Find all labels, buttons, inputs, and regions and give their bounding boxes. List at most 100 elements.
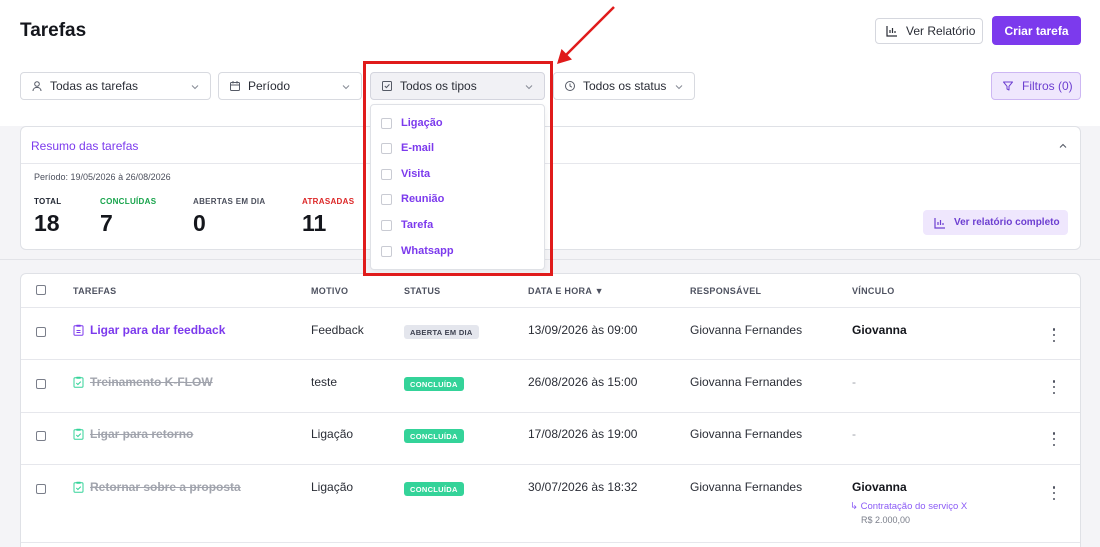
stat-overdue-label: ATRASADAS (302, 197, 355, 206)
row-more-icon[interactable] (1050, 486, 1058, 500)
option-label: Visita (401, 168, 431, 180)
funnel-icon (1003, 81, 1013, 91)
task-datetime: 26/08/2026 às 15:00 (528, 375, 638, 389)
calendar-icon (230, 81, 240, 91)
top-bar: Tarefas Ver Relatório Criar tarefa Todas… (0, 0, 1100, 126)
type-option-task[interactable]: Tarefa (381, 216, 433, 234)
col-status: STATUS (404, 286, 441, 296)
task-title-link[interactable]: Ligar para retorno (73, 427, 193, 441)
status-badge: CONCLUÍDA (404, 482, 464, 496)
filter-all-types[interactable]: Todos os tipos (370, 72, 545, 100)
table-row[interactable]: Ligar para retorno Ligação CONCLUÍDA 17/… (21, 413, 1080, 465)
filters-button-label: Filtros (0) (1022, 79, 1073, 93)
linked-deal-value: R$ 2.000,00 (861, 515, 911, 525)
filter-all-tasks-label: Todas as tarefas (50, 79, 139, 93)
col-owner: RESPONSÁVEL (690, 286, 762, 296)
clipboard-check-icon (73, 428, 84, 440)
task-link[interactable]: Giovanna (852, 323, 907, 337)
row-more-icon[interactable] (1050, 432, 1058, 446)
option-checkbox[interactable] (381, 168, 392, 180)
option-label: E-mail (401, 142, 435, 154)
status-badge: CONCLUÍDA (404, 429, 464, 443)
clipboard-check-icon (73, 376, 84, 388)
task-datetime: 13/09/2026 às 09:00 (528, 323, 638, 337)
filter-all-status-label: Todos os status (583, 79, 667, 93)
table-row[interactable]: Retornar sobre a proposta Ligação CONCLU… (21, 465, 1080, 543)
task-reason: Ligação (311, 480, 354, 494)
user-icon (32, 81, 42, 92)
page-title: Tarefas (20, 20, 87, 41)
task-link: - (852, 375, 856, 389)
task-title-link[interactable]: Treinamento K-FLOW (73, 375, 213, 389)
col-link: VÍNCULO (852, 286, 895, 296)
option-checkbox[interactable] (381, 142, 392, 154)
task-datetime: 30/07/2026 às 18:32 (528, 480, 638, 494)
option-checkbox[interactable] (381, 117, 392, 129)
type-option-meeting[interactable]: Reunião (381, 190, 444, 208)
clock-icon (565, 81, 575, 91)
stat-total-label: TOTAL (34, 197, 62, 206)
filter-all-tasks[interactable]: Todas as tarefas (20, 72, 211, 100)
task-title: Ligar para dar feedback (90, 323, 226, 337)
task-owner: Giovanna Fernandes (690, 375, 803, 389)
view-report-button[interactable]: Ver Relatório (875, 18, 983, 44)
task-owner: Giovanna Fernandes (690, 427, 803, 441)
row-more-icon[interactable] (1050, 380, 1058, 394)
option-label: Whatsapp (401, 245, 454, 257)
row-checkbox[interactable] (36, 484, 46, 494)
col-reason: MOTIVO (311, 286, 349, 296)
checkbox-icon (382, 81, 392, 91)
task-link[interactable]: Giovanna (852, 480, 907, 494)
task-owner: Giovanna Fernandes (690, 480, 803, 494)
create-task-button[interactable]: Criar tarefa (992, 16, 1081, 45)
task-title: Treinamento K-FLOW (90, 375, 213, 389)
task-link: - (852, 427, 856, 441)
summary-period: Período: 19/05/2026 à 26/08/2026 (34, 172, 171, 182)
task-reason: Ligação (311, 427, 354, 441)
filter-all-status[interactable]: Todos os status (553, 72, 695, 100)
linked-deal-link[interactable]: ↳ Contratação do serviço X (850, 501, 967, 512)
task-title-link[interactable]: Retornar sobre a proposta (73, 480, 241, 494)
clipboard-icon (73, 324, 84, 336)
task-title-link[interactable]: Ligar para dar feedback (73, 323, 225, 337)
type-option-visit[interactable]: Visita (381, 165, 430, 183)
stat-completed-label: CONCLUÍDAS (100, 197, 157, 206)
section-divider (0, 259, 1100, 260)
bar-chart-icon (934, 217, 945, 229)
option-checkbox[interactable] (381, 245, 392, 257)
summary-header[interactable]: Resumo das tarefas (21, 127, 1080, 164)
row-more-icon[interactable] (1050, 328, 1058, 342)
option-checkbox[interactable] (381, 193, 392, 205)
task-reason: teste (311, 375, 338, 389)
task-title: Retornar sobre a proposta (90, 480, 241, 494)
type-option-call[interactable]: Ligação (381, 114, 443, 132)
row-checkbox[interactable] (36, 327, 46, 337)
bar-chart-icon (886, 26, 897, 37)
chevron-up-icon[interactable] (1058, 141, 1068, 151)
table-row[interactable]: Ligar para dar feedback Feedback ABERTA … (21, 308, 1080, 360)
summary-title: Resumo das tarefas (31, 139, 139, 153)
type-option-email[interactable]: E-mail (381, 139, 434, 157)
stat-open-value: 0 (193, 210, 206, 236)
col-datetime-sort[interactable]: DATA E HORA ▼ (528, 286, 604, 296)
filter-all-types-label: Todos os tipos (400, 79, 477, 93)
row-checkbox[interactable] (36, 379, 46, 389)
type-option-whatsapp[interactable]: Whatsapp (381, 242, 454, 260)
row-checkbox[interactable] (36, 431, 46, 441)
select-all-checkbox[interactable] (36, 285, 46, 295)
task-owner: Giovanna Fernandes (690, 323, 803, 337)
full-report-button[interactable]: Ver relatório completo (923, 210, 1068, 235)
full-report-label: Ver relatório completo (954, 217, 1060, 228)
option-label: Tarefa (401, 219, 434, 231)
chevron-down-icon (675, 85, 683, 90)
option-checkbox[interactable] (381, 219, 392, 231)
stat-completed-value: 7 (100, 210, 113, 236)
task-reason: Feedback (311, 323, 364, 337)
task-datetime: 17/08/2026 às 19:00 (528, 427, 638, 441)
filters-button[interactable]: Filtros (0) (991, 72, 1081, 100)
col-tasks: TAREFAS (73, 286, 117, 296)
filter-period[interactable]: Período (218, 72, 362, 100)
view-report-label: Ver Relatório (906, 24, 976, 38)
table-row[interactable]: Treinamento K-FLOW teste CONCLUÍDA 26/08… (21, 360, 1080, 413)
stat-open-label: ABERTAS EM DIA (193, 197, 266, 206)
